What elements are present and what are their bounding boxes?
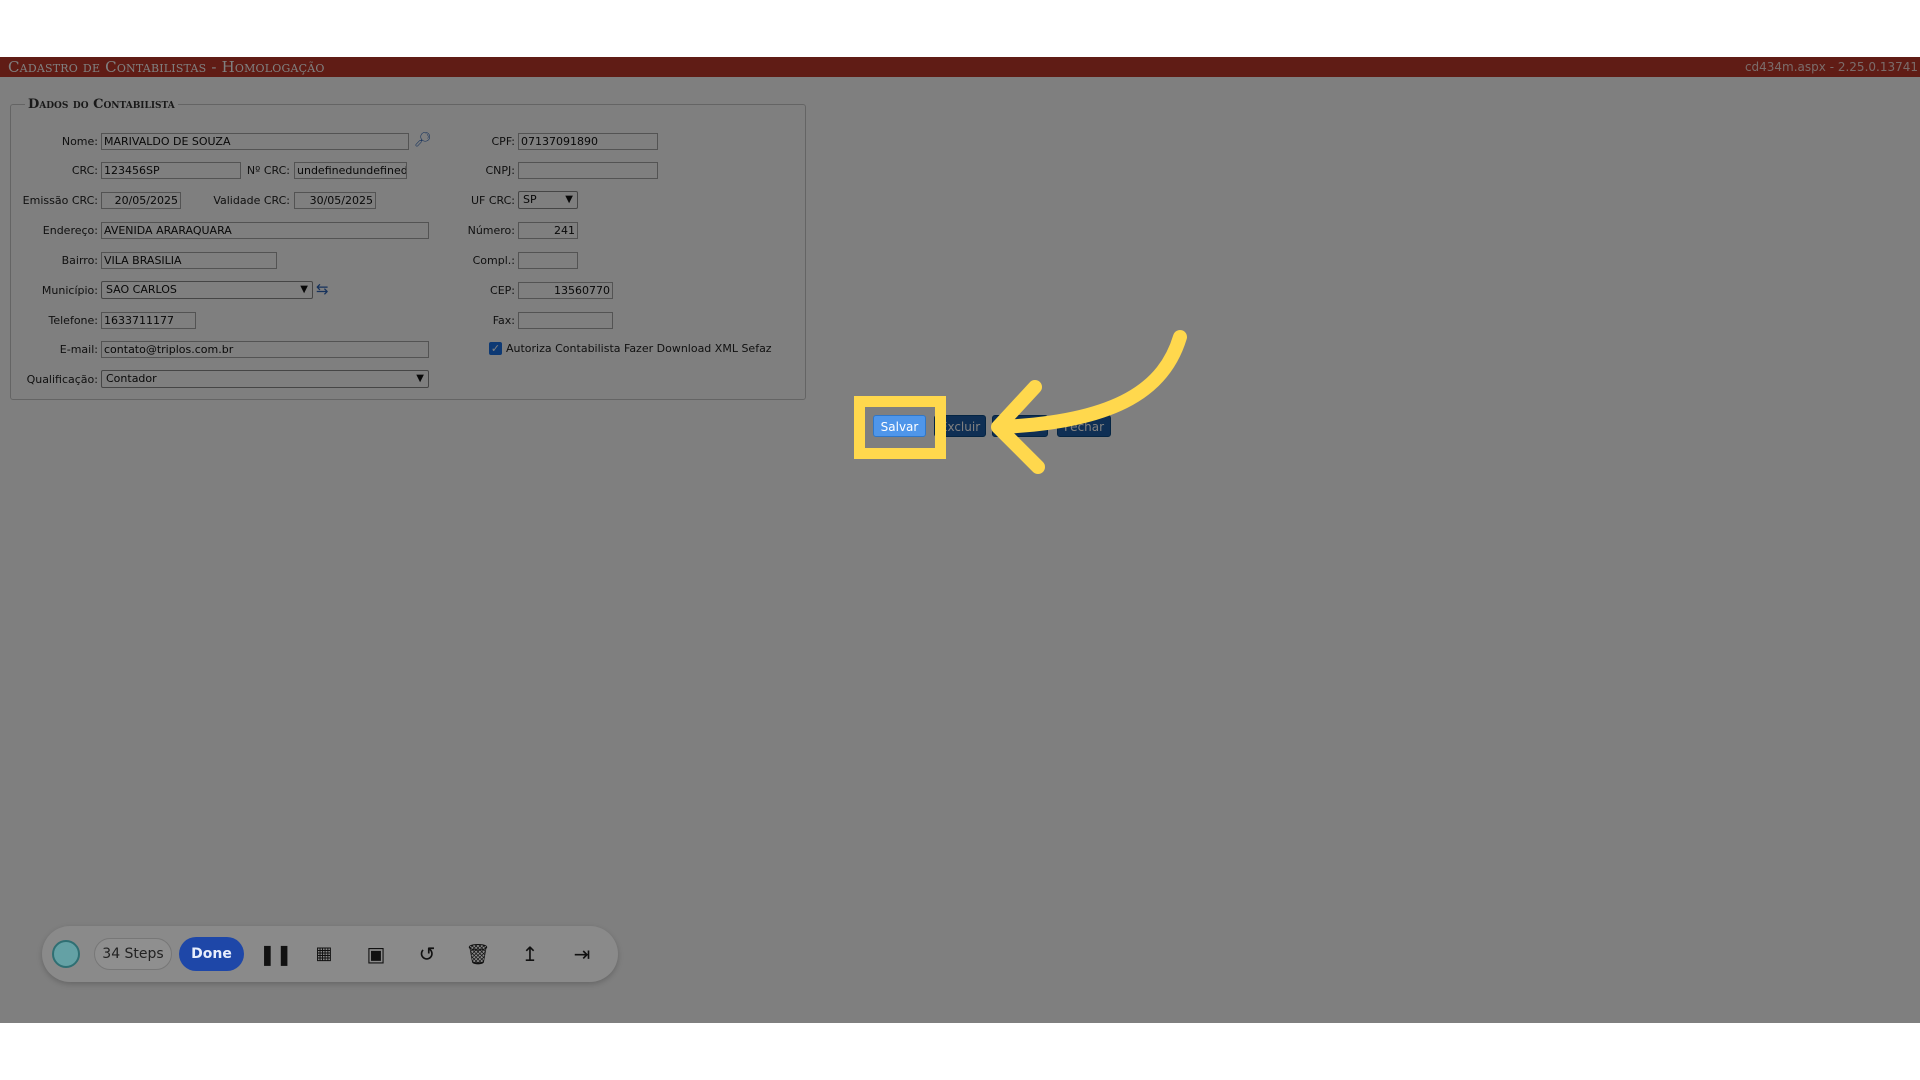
trash-icon[interactable]: 🗑︎ xyxy=(464,940,492,968)
undo-icon[interactable]: ↺ xyxy=(413,940,441,968)
app-window: Cadastro de Contabilistas - Homologação … xyxy=(0,57,1920,1023)
image-icon[interactable]: ▣ xyxy=(362,940,390,968)
pause-icon[interactable]: ❚❚ xyxy=(259,940,293,968)
done-button[interactable]: Done xyxy=(179,937,244,971)
salvar-button[interactable]: Salvar xyxy=(873,415,926,437)
skip-to-end-icon[interactable]: ⇥ xyxy=(568,940,596,968)
upload-icon[interactable]: ↥ xyxy=(516,940,544,968)
app-logo xyxy=(52,940,80,968)
dim-overlay xyxy=(0,57,1920,1023)
pointer-arrow-icon xyxy=(991,330,1187,474)
blur-icon[interactable]: ▦ xyxy=(310,940,338,968)
recorder-toolbar: 34 Steps Done ❚❚ ▦ ▣ ↺ 🗑︎ ↥ ⇥ xyxy=(42,926,618,982)
steps-counter[interactable]: 34 Steps xyxy=(94,938,172,970)
